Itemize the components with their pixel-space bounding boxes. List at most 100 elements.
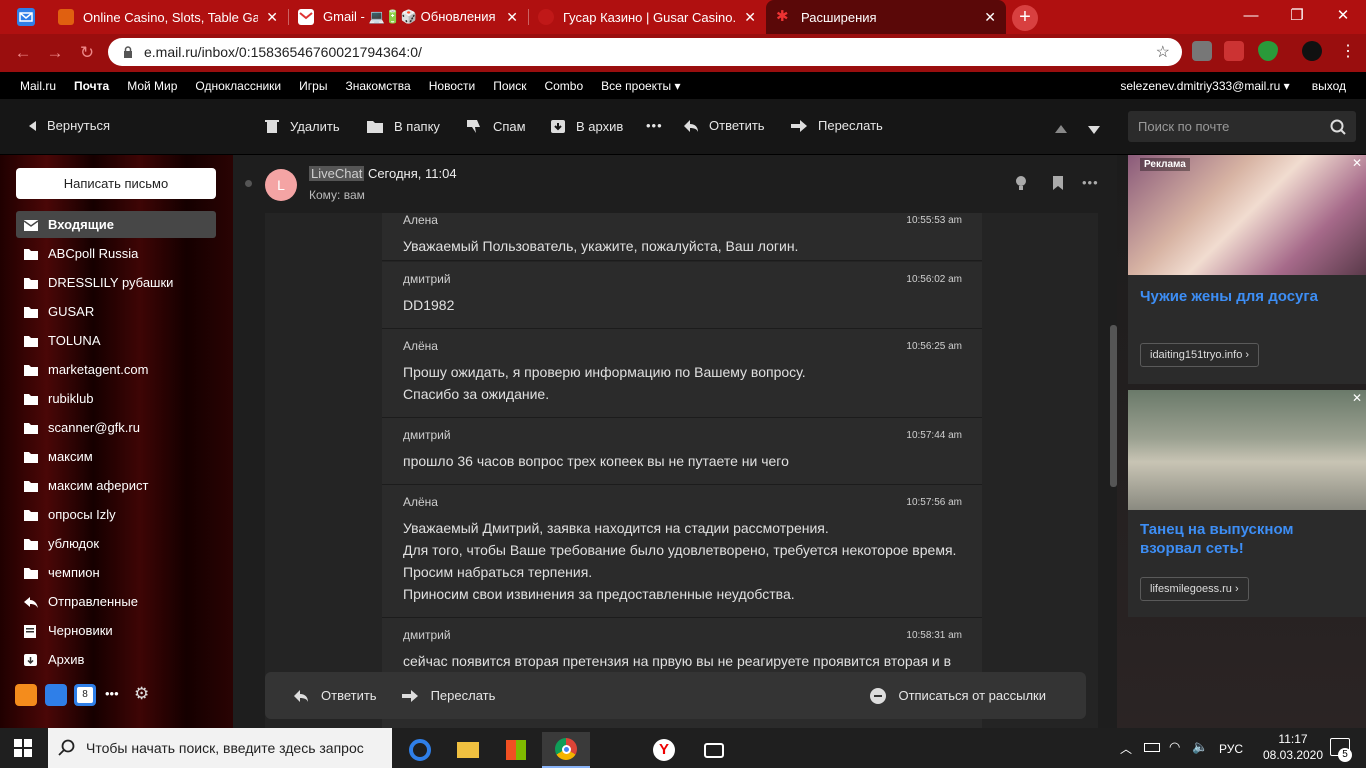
unsubscribe-button[interactable]: Отписаться от рассылки	[870, 687, 1046, 704]
user-account-menu[interactable]: selezenev.dmitriy333@mail.ru ▾	[1120, 79, 1289, 93]
portal-link-mailru[interactable]: Mail.ru	[20, 79, 56, 93]
sidebar-folder[interactable]: максим аферист	[16, 472, 216, 499]
reload-icon[interactable]: ↻	[76, 42, 98, 64]
url-bar[interactable]: e.mail.ru/inbox/0:15836546760021794364:0…	[108, 38, 1182, 66]
more-actions-button[interactable]: •••	[646, 118, 663, 133]
portal-link-news[interactable]: Новости	[429, 79, 475, 93]
store-icon[interactable]	[492, 732, 540, 768]
sidebar-folder[interactable]: TOLUNA	[16, 327, 216, 354]
ad-close-icon[interactable]: ✕	[1352, 156, 1362, 170]
sender-name[interactable]: LiveChat	[309, 166, 365, 181]
archive-button[interactable]: В архив	[550, 118, 623, 134]
portal-link-dating[interactable]: Знакомства	[345, 79, 410, 93]
contacts-app-icon[interactable]	[45, 684, 67, 706]
battery-icon[interactable]	[1144, 743, 1160, 752]
unread-dot-icon[interactable]	[245, 180, 252, 187]
sidebar-folder[interactable]: Архив	[16, 646, 216, 673]
spam-button[interactable]: Спам	[465, 118, 526, 134]
portal-link-all-projects[interactable]: Все проекты ▾	[601, 79, 680, 93]
more-apps-button[interactable]: •••	[105, 686, 119, 701]
ad-close-icon[interactable]: ✕	[1352, 391, 1362, 405]
bookmark-star-icon[interactable]: ☆	[1156, 42, 1170, 62]
ad-title[interactable]: Чужие жены для досуга	[1140, 287, 1355, 306]
wifi-icon[interactable]: ◠	[1169, 739, 1180, 755]
sidebar-folder[interactable]: rubiklub	[16, 385, 216, 412]
sidebar-folder[interactable]: marketagent.com	[16, 356, 216, 383]
ad-link[interactable]: idaiting151tryo.info ›	[1140, 343, 1260, 367]
search-icon[interactable]	[1330, 119, 1346, 135]
chrome-menu-icon[interactable]: ⋮	[1340, 41, 1356, 61]
volume-icon[interactable]: 🔈	[1192, 739, 1208, 755]
bookmark-flag-icon[interactable]	[1052, 176, 1064, 193]
profile-icon[interactable]	[1302, 41, 1322, 61]
settings-gear-icon[interactable]: ⚙	[134, 684, 149, 704]
portal-link-search[interactable]: Поиск	[493, 79, 526, 93]
sidebar-folder[interactable]: максим	[16, 443, 216, 470]
sidebar-folder[interactable]: ABCpoll Russia	[16, 240, 216, 267]
forward-button[interactable]: Переслать	[790, 118, 883, 133]
minimize-button[interactable]: —	[1228, 0, 1274, 34]
file-explorer-icon[interactable]	[444, 732, 492, 768]
forward-bottom-button[interactable]: Переслать	[401, 688, 495, 703]
move-to-folder-button[interactable]: В папку	[366, 118, 440, 134]
sidebar-folder[interactable]: чемпион	[16, 559, 216, 586]
mail-app-icon[interactable]	[17, 8, 35, 26]
close-icon[interactable]: ✕	[506, 9, 518, 26]
sidebar-folder[interactable]: Отправленные	[16, 588, 216, 615]
sidebar-folder[interactable]: scanner@gfk.ru	[16, 414, 216, 441]
taskbar-search-box[interactable]: Чтобы начать поиск, введите здесь запрос	[48, 728, 392, 768]
portal-link-moymir[interactable]: Мой Мир	[127, 79, 177, 93]
sidebar-folder[interactable]: GUSAR	[16, 298, 216, 325]
reply-button[interactable]: Ответить	[683, 118, 765, 133]
ad-image[interactable]	[1128, 155, 1366, 275]
reply-bottom-button[interactable]: Ответить	[293, 688, 377, 703]
close-icon[interactable]: ✕	[266, 9, 278, 26]
sidebar-folder[interactable]: опросы Izly	[16, 501, 216, 528]
back-button[interactable]: Вернуться	[27, 118, 110, 133]
taskbar-clock[interactable]: 11:17 08.03.2020	[1258, 731, 1328, 763]
browser-tab[interactable]: Online Casino, Slots, Table Games ✕	[48, 0, 288, 34]
windows-start-icon[interactable]	[14, 739, 32, 760]
lightbulb-icon[interactable]	[1014, 175, 1028, 194]
browser-tab[interactable]: Gmail - 💻🔋🎲 Обновления на ✕	[288, 0, 528, 34]
input-language[interactable]: РУС	[1219, 742, 1243, 756]
forward-arrow-icon[interactable]: →	[44, 42, 66, 64]
compose-button[interactable]: Написать письмо	[16, 168, 216, 199]
back-arrow-icon[interactable]: ←	[12, 42, 34, 64]
portal-link-ok[interactable]: Одноклассники	[195, 79, 281, 93]
sidebar-folder[interactable]: Входящие	[16, 211, 216, 238]
close-icon[interactable]: ✕	[984, 9, 996, 26]
sidebar-folder[interactable]: ублюдок	[16, 530, 216, 557]
ad-image[interactable]	[1128, 390, 1366, 510]
scrollbar-thumb[interactable]	[1110, 325, 1117, 487]
delete-button[interactable]: Удалить	[264, 118, 340, 134]
ad-link[interactable]: lifesmilegoess.ru ›	[1140, 577, 1249, 601]
portal-link-games[interactable]: Игры	[299, 79, 327, 93]
prev-message-icon[interactable]	[1055, 121, 1067, 136]
new-tab-button[interactable]: +	[1012, 5, 1038, 31]
cloud-app-icon[interactable]	[15, 684, 37, 706]
mail-search-input[interactable]: Поиск по почте	[1128, 111, 1356, 142]
browser-tab[interactable]: Гусар Казино | Gusar Casino. Об ✕	[528, 0, 766, 34]
restore-button[interactable]: ❐	[1274, 0, 1320, 34]
logout-link[interactable]: выход	[1312, 79, 1346, 93]
show-hidden-icons-icon[interactable]: ︿	[1120, 740, 1132, 757]
close-icon[interactable]: ✕	[744, 9, 756, 26]
sidebar-folder[interactable]: Черновики	[16, 617, 216, 644]
pdf-extension-icon[interactable]	[1224, 41, 1244, 61]
chrome-icon[interactable]	[542, 732, 590, 768]
calendar-app-icon[interactable]: 8	[74, 684, 96, 706]
sidebar-folder[interactable]: DRESSLILY рубашки	[16, 269, 216, 296]
browser-tab-active[interactable]: ✱ Расширения ✕	[766, 0, 1006, 34]
edge-icon[interactable]	[396, 732, 444, 768]
yandex-browser-icon[interactable]: Y	[640, 732, 688, 768]
portal-link-pochta[interactable]: Почта	[74, 79, 109, 93]
next-message-icon[interactable]	[1088, 122, 1100, 137]
reply-label: Ответить	[709, 118, 765, 133]
ad-title[interactable]: Танец на выпускном взорвал сеть!	[1140, 520, 1355, 558]
message-more-icon[interactable]: •••	[1082, 175, 1099, 190]
extension-icon[interactable]	[1192, 41, 1212, 61]
portal-link-combo[interactable]: Combo	[544, 79, 583, 93]
camera-app-icon[interactable]	[690, 732, 738, 768]
close-window-button[interactable]: ✕	[1320, 0, 1366, 34]
